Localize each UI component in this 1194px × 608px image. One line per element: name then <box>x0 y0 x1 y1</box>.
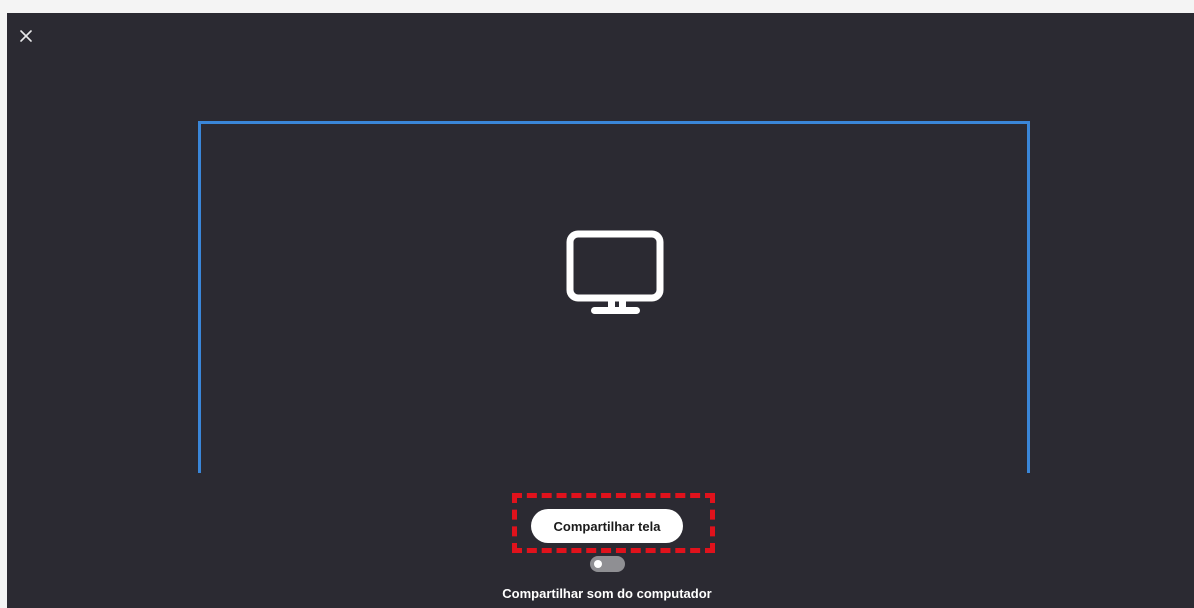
screen-share-dialog: Compartilhar tela Compartilhar som do co… <box>7 13 1194 608</box>
close-icon <box>20 30 32 42</box>
toggle-knob <box>594 560 602 568</box>
monitor-icon <box>566 230 664 314</box>
share-sound-toggle[interactable] <box>590 556 625 572</box>
share-screen-button[interactable]: Compartilhar tela <box>531 509 683 543</box>
close-button[interactable] <box>15 25 37 47</box>
share-sound-label: Compartilhar som do computador <box>502 586 712 601</box>
